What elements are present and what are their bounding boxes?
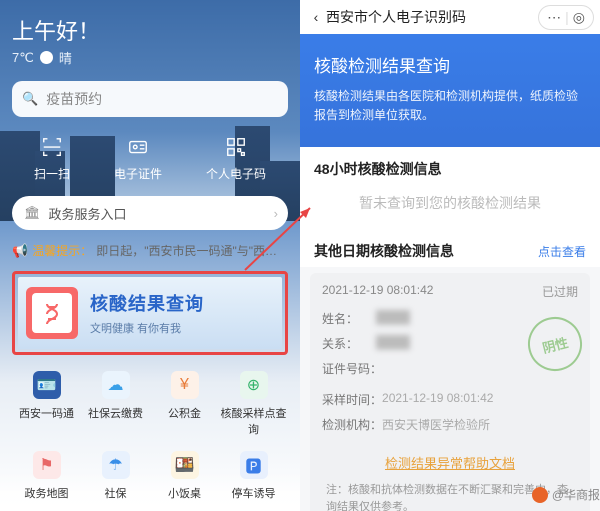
view-more-link[interactable]: 点击查看 bbox=[538, 243, 586, 260]
grid-label: 社保 bbox=[81, 485, 150, 501]
scan-action[interactable]: 扫一扫 bbox=[34, 135, 70, 182]
relation-label: 关系： bbox=[322, 335, 376, 352]
grid-label: 小饭桌 bbox=[150, 485, 219, 501]
grid-label: 社保云缴费 bbox=[81, 405, 150, 421]
sun-icon bbox=[40, 51, 53, 64]
annotation-arrow-icon bbox=[240, 200, 320, 285]
ecert-label: 电子证件 bbox=[114, 165, 162, 182]
ecert-action[interactable]: 电子证件 bbox=[114, 135, 162, 182]
temperature: 7℃ bbox=[12, 50, 34, 66]
close-circle-icon: ◎ bbox=[573, 9, 585, 26]
sample-time-label: 采样时间： bbox=[322, 391, 382, 408]
query-heading: 核酸检测结果查询 bbox=[314, 52, 586, 77]
expired-badge: 已过期 bbox=[542, 283, 578, 300]
search-icon: 🔍 bbox=[22, 91, 38, 107]
qr-icon bbox=[206, 135, 266, 159]
result-card[interactable]: 2021-12-19 08:01:42 已过期 姓名：████ 关系：████ … bbox=[310, 273, 590, 511]
section-48h-heading: 48小时核酸检测信息 bbox=[300, 147, 600, 185]
grid-item-parking[interactable]: 🅿停车诱导 bbox=[219, 451, 288, 501]
weibo-handle: @华商报 bbox=[552, 486, 600, 503]
name-label: 姓名： bbox=[322, 310, 376, 327]
grid-label: 停车诱导 bbox=[219, 485, 288, 501]
query-description: 核酸检测结果由各医院和检测机构提供，纸质检验报告到检测单位获取。 bbox=[314, 87, 586, 125]
grid-label: 政务地图 bbox=[12, 485, 81, 501]
more-icon: ⋯ bbox=[547, 9, 561, 26]
weather-row: 7℃ 晴 bbox=[12, 48, 288, 67]
ecode-action[interactable]: 个人电子码 bbox=[206, 135, 266, 182]
card-timestamp: 2021-12-19 08:01:42 bbox=[322, 283, 433, 300]
relation-value: ████ bbox=[376, 335, 410, 352]
name-value: ████ bbox=[376, 310, 410, 327]
page-header: ‹ 西安市个人电子识别码 ⋯|◎ bbox=[300, 0, 600, 34]
id-label: 证件号码： bbox=[322, 360, 382, 377]
card-icon bbox=[114, 135, 162, 159]
no-result-text: 暂未查询到您的核酸检测结果 bbox=[300, 185, 600, 229]
service-grid: 🪪西安一码通 ☁社保云缴费 ¥公积金 ⊕核酸采样点查询 ⚑政务地图 ☂社保 🍱小… bbox=[12, 371, 288, 501]
grid-item-gov-map[interactable]: ⚑政务地图 bbox=[12, 451, 81, 501]
gov-icon: 🏛 bbox=[24, 205, 41, 221]
grid-item-shebao-pay[interactable]: ☁社保云缴费 bbox=[81, 371, 150, 437]
back-icon[interactable]: ‹ bbox=[306, 9, 326, 25]
help-doc-link[interactable]: 检测结果异常帮助文档 bbox=[385, 456, 515, 471]
grid-item-shebao[interactable]: ☂社保 bbox=[81, 451, 150, 501]
search-row-1[interactable]: 🔍 疫苗预约 bbox=[22, 81, 278, 117]
gov-label: 政务服务入口 bbox=[49, 204, 127, 223]
greeting-text: 上午好！ bbox=[12, 14, 288, 46]
page-title: 西安市个人电子识别码 bbox=[326, 7, 538, 27]
weibo-icon bbox=[532, 487, 548, 503]
section-other-heading: 其他日期核酸检测信息 bbox=[314, 241, 454, 261]
org-value: 西安天博医学检验所 bbox=[382, 416, 490, 433]
grid-item-yimatong[interactable]: 🪪西安一码通 bbox=[12, 371, 81, 437]
miniapp-menu[interactable]: ⋯|◎ bbox=[538, 5, 594, 30]
grid-label: 西安一码通 bbox=[12, 405, 81, 421]
grid-item-gongjijin[interactable]: ¥公积金 bbox=[150, 371, 219, 437]
grid-label: 核酸采样点查询 bbox=[219, 405, 288, 437]
scan-label: 扫一扫 bbox=[34, 165, 70, 182]
dna-icon bbox=[32, 293, 72, 333]
grid-item-xiaofanzhuo[interactable]: 🍱小饭桌 bbox=[150, 451, 219, 501]
banner-icon-box bbox=[26, 287, 78, 339]
grid-label: 公积金 bbox=[150, 405, 219, 421]
speaker-icon: 📢 bbox=[12, 243, 28, 259]
weibo-watermark: @华商报 bbox=[532, 486, 600, 503]
search-box[interactable]: 🔍 疫苗预约 bbox=[12, 81, 288, 117]
weather-text: 晴 bbox=[59, 48, 72, 67]
notice-tag: 温馨提示： bbox=[32, 242, 92, 259]
sample-time-value: 2021-12-19 08:01:42 bbox=[382, 391, 493, 408]
nucleic-banner[interactable]: 核酸结果查询 文明健康 有你有我 bbox=[18, 277, 282, 349]
banner-title: 核酸结果查询 bbox=[90, 290, 204, 316]
section-other-heading-row: 其他日期核酸检测信息 点击查看 bbox=[300, 229, 600, 267]
query-header-block: 核酸检测结果查询 核酸检测结果由各医院和检测机构提供，纸质检验报告到检测单位获取… bbox=[300, 34, 600, 147]
banner-subtitle: 文明健康 有你有我 bbox=[90, 320, 204, 336]
search-placeholder-1: 疫苗预约 bbox=[46, 89, 102, 109]
quick-actions-row: 扫一扫 电子证件 个人电子码 bbox=[12, 135, 288, 182]
ecode-label: 个人电子码 bbox=[206, 165, 266, 182]
grid-item-sampling[interactable]: ⊕核酸采样点查询 bbox=[219, 371, 288, 437]
org-label: 检测机构： bbox=[322, 416, 382, 433]
scan-icon bbox=[34, 135, 70, 159]
